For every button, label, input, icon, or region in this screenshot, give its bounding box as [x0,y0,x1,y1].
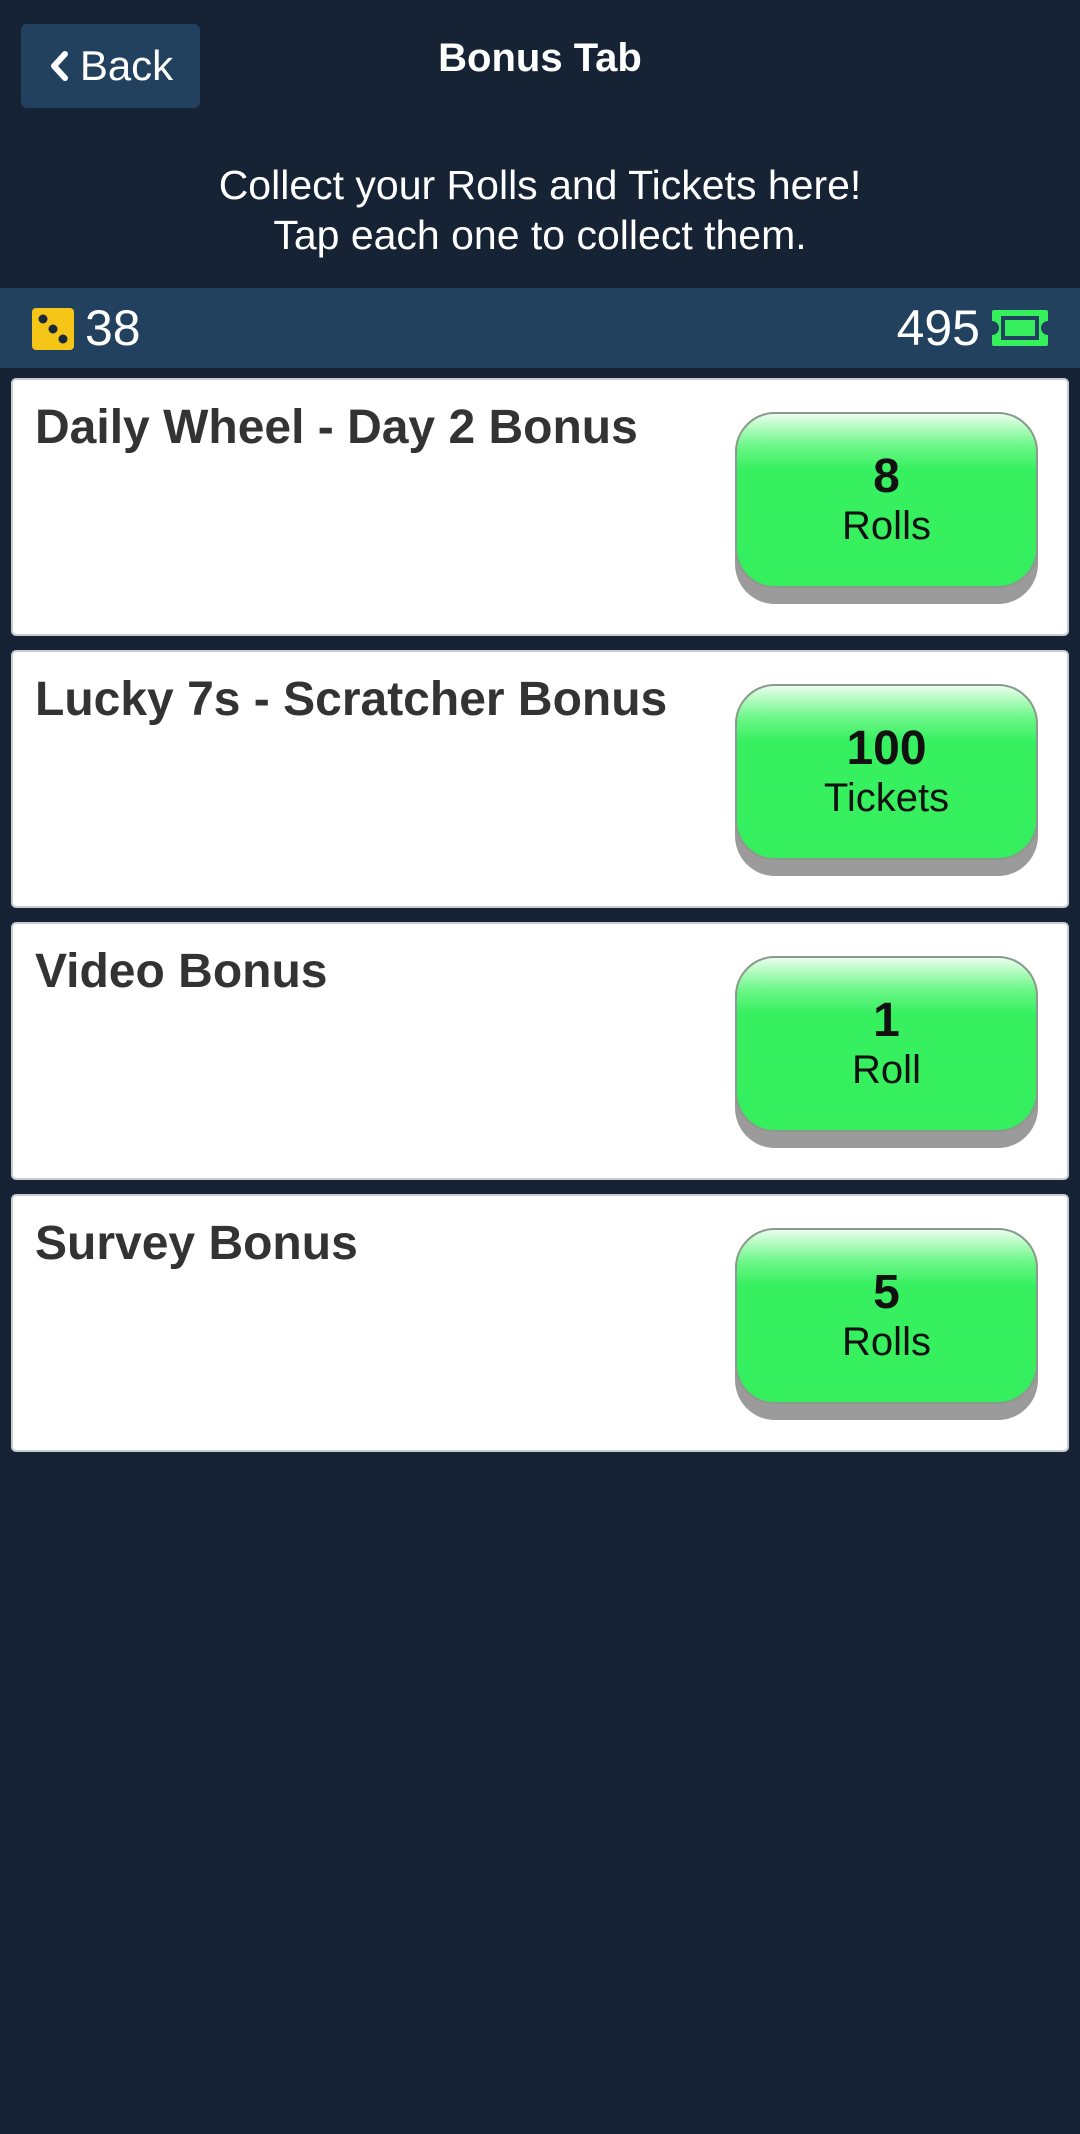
instructions-line-2: Tap each one to collect them. [273,212,807,258]
bonus-title: Lucky 7s - Scratcher Bonus [35,673,668,726]
bonus-title: Survey Bonus [35,1217,358,1270]
reward-unit: Tickets [823,776,950,820]
page-title: Bonus Tab [438,36,642,80]
collect-tickets-button[interactable]: 100 Tickets [735,684,1038,876]
rolls-balance: 38 [85,300,141,356]
instructions-text: Collect your Rolls and Tickets here! Tap… [0,160,1080,260]
reward-amount: 8 [873,450,900,503]
bonus-title: Daily Wheel - Day 2 Bonus [35,401,638,454]
bonus-card: Video Bonus 1 Roll [11,922,1069,1180]
tickets-balance: 495 [896,300,980,356]
collect-roll-button[interactable]: 1 Roll [735,956,1038,1148]
instructions-line-1: Collect your Rolls and Tickets here! [218,162,862,208]
bonus-card: Survey Bonus 5 Rolls [11,1194,1069,1452]
bonus-card: Daily Wheel - Day 2 Bonus 8 Rolls [11,378,1069,636]
reward-amount: 5 [873,1266,900,1319]
reward-unit: Rolls [842,504,931,548]
currency-bar: 38 495 [0,288,1080,368]
ticket-icon [992,310,1048,346]
reward-amount: 100 [846,722,927,775]
dice-icon [32,308,74,350]
reward-unit: Rolls [842,1320,931,1364]
collect-rolls-button[interactable]: 5 Rolls [735,1228,1038,1420]
bonus-card: Lucky 7s - Scratcher Bonus 100 Tickets [11,650,1069,908]
collect-rolls-button[interactable]: 8 Rolls [735,412,1038,604]
reward-amount: 1 [873,994,900,1047]
header-bar: Back Bonus Tab [0,0,1080,130]
reward-unit: Roll [852,1048,921,1092]
bonus-title: Video Bonus [35,945,328,998]
